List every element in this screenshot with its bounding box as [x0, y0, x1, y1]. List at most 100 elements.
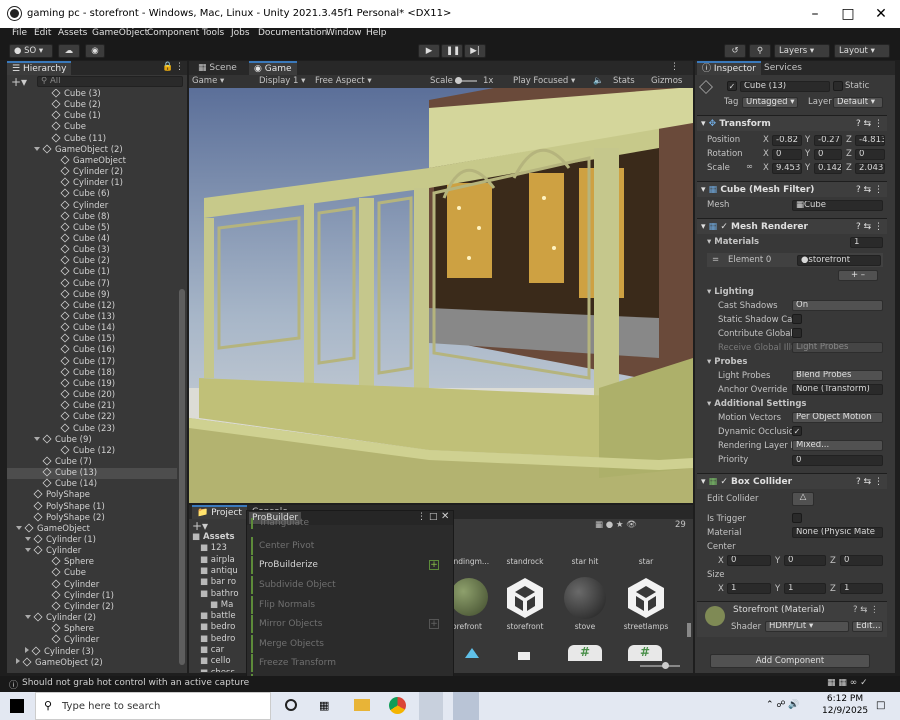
- lock-icon[interactable]: 🔒: [162, 62, 173, 72]
- scale-slider-thumb[interactable]: [455, 77, 462, 84]
- play-focused-dropdown[interactable]: Play Focused ▾: [513, 76, 575, 86]
- unity-asset-icon[interactable]: [505, 576, 545, 620]
- drag-handle-icon[interactable]: =: [712, 255, 719, 265]
- hierarchy-item[interactable]: Cube (4): [7, 233, 177, 245]
- center-x-field[interactable]: 0: [727, 555, 771, 566]
- probuilder-item[interactable]: Subdivide Object: [251, 576, 441, 594]
- probuilder-item[interactable]: Freeze Transform: [251, 654, 441, 672]
- hierarchy-item[interactable]: Cube (8): [7, 211, 177, 223]
- hierarchy-item[interactable]: Cylinder (1): [7, 534, 177, 546]
- hierarchy-item[interactable]: Cube (15): [7, 333, 177, 345]
- unity-editor-icon[interactable]: [453, 692, 479, 720]
- anchor-override-field[interactable]: None (Transform): [792, 384, 883, 395]
- probes-section[interactable]: ▾ Probes: [707, 357, 747, 367]
- chevron-down-icon[interactable]: [34, 436, 40, 441]
- chrome-icon[interactable]: [389, 697, 406, 714]
- element-material-field[interactable]: ●storefront: [797, 255, 881, 266]
- hierarchy-item[interactable]: GameObject (2): [7, 657, 177, 669]
- materials-label[interactable]: ▾ Materials: [707, 237, 759, 247]
- hierarchy-item[interactable]: Cube (9): [7, 434, 177, 446]
- probuilder-item[interactable]: ProBuilderize: [251, 556, 441, 574]
- unity-hub-icon[interactable]: [419, 692, 443, 720]
- chevron-down-icon[interactable]: [34, 146, 40, 151]
- clock-date[interactable]: 12/9/2025: [822, 706, 868, 716]
- notification-icon[interactable]: □: [876, 700, 885, 711]
- position-z-field[interactable]: -4.813: [855, 135, 885, 146]
- file-thumbnail[interactable]: [518, 652, 530, 660]
- hierarchy-item[interactable]: Sphere: [7, 556, 177, 568]
- hierarchy-item[interactable]: PolyShape: [7, 489, 177, 501]
- mesh-filter-header[interactable]: ▾ ▦ Cube (Mesh Filter) ? ⇆ ⋮: [697, 181, 887, 197]
- aspect-dropdown[interactable]: Free Aspect ▾: [315, 76, 372, 86]
- display-dropdown[interactable]: Display 1 ▾: [259, 76, 305, 86]
- menu-item-jobs[interactable]: Jobs: [231, 28, 250, 38]
- hierarchy-item[interactable]: Cylinder: [7, 199, 177, 212]
- folder-item[interactable]: ■ bedro: [200, 622, 235, 633]
- link-icon[interactable]: ∞: [746, 162, 753, 172]
- add-component-button[interactable]: Add Component: [710, 654, 870, 668]
- tab-scene[interactable]: ▦ Scene: [193, 61, 242, 75]
- pause-button[interactable]: ❚❚: [441, 44, 463, 58]
- layout-dropdown[interactable]: Layout ▾: [834, 44, 890, 58]
- audio-icon[interactable]: 🔈: [593, 76, 604, 86]
- chevron-right-icon[interactable]: [16, 657, 20, 664]
- material-thumbnail[interactable]: [450, 578, 488, 616]
- rotation-z-field[interactable]: 0: [855, 149, 885, 160]
- layers-dropdown[interactable]: Layers ▾: [774, 44, 830, 58]
- probuilder-item[interactable]: Flip Normals: [251, 596, 441, 614]
- motion-vectors-dropdown[interactable]: Per Object Motion: [792, 412, 883, 423]
- folder-item[interactable]: ■ Ma: [210, 600, 233, 611]
- hierarchy-item[interactable]: Cube (23): [7, 422, 177, 435]
- hierarchy-item[interactable]: Cube (17): [7, 356, 177, 368]
- rotation-x-field[interactable]: 0: [772, 149, 802, 160]
- folder-item[interactable]: ■ Assets: [192, 532, 235, 543]
- menu-item-edit[interactable]: Edit: [34, 28, 51, 38]
- probuilder-item[interactable]: Merge Objects: [251, 635, 441, 653]
- additional-settings-section[interactable]: ▾ Additional Settings: [707, 399, 807, 409]
- gizmos-button[interactable]: Gizmos: [651, 76, 682, 86]
- hierarchy-item[interactable]: Cylinder (2): [7, 166, 177, 178]
- size-x-field[interactable]: 1: [727, 583, 771, 594]
- hierarchy-item[interactable]: Cube (12): [7, 300, 177, 312]
- history-icon[interactable]: ↺: [724, 44, 746, 58]
- display-mode-dropdown[interactable]: Game ▾: [192, 76, 224, 86]
- layer-dropdown[interactable]: Default ▾: [833, 97, 883, 108]
- menu-item-window[interactable]: Window: [326, 28, 362, 38]
- close-icon[interactable]: ✕: [866, 4, 896, 24]
- close-icon[interactable]: ✕: [441, 511, 449, 522]
- hierarchy-item[interactable]: Cube (14): [7, 322, 177, 334]
- hierarchy-item[interactable]: Cube (12): [7, 445, 177, 457]
- slider-thumb[interactable]: [662, 662, 669, 669]
- add-icon[interactable]: +▾: [192, 519, 208, 533]
- more-icon[interactable]: ⋮: [175, 62, 184, 72]
- hierarchy-item[interactable]: Cylinder: [7, 545, 177, 557]
- hierarchy-search-input[interactable]: ⚲ All: [37, 76, 183, 87]
- active-checkbox[interactable]: ✓: [727, 81, 737, 91]
- system-tray-icons[interactable]: ⌃ ☍ 🔊: [766, 700, 800, 710]
- priority-field[interactable]: 0: [792, 455, 883, 466]
- scale-x-field[interactable]: 9.453: [772, 163, 802, 174]
- hierarchy-item[interactable]: Cylinder (1): [7, 177, 177, 189]
- hierarchy-item[interactable]: Cylinder (2): [7, 601, 177, 613]
- folder-item[interactable]: ■ bar ro: [200, 577, 236, 588]
- tab-project[interactable]: 📁 Project: [192, 505, 247, 519]
- tab-inspector[interactable]: ⓘ Inspector: [697, 61, 761, 75]
- position-x-field[interactable]: -0.82: [772, 135, 802, 146]
- hierarchy-item[interactable]: Cylinder (2): [7, 612, 177, 624]
- hierarchy-item[interactable]: Cube (1): [7, 266, 177, 278]
- menu-item-documentation[interactable]: Documentation: [258, 28, 327, 38]
- folder-item[interactable]: ■ car: [200, 645, 224, 656]
- folder-item[interactable]: ■ battle: [200, 611, 236, 622]
- script-thumbnail[interactable]: #: [628, 645, 662, 661]
- folder-item[interactable]: ■ airpla: [200, 555, 235, 566]
- folder-item[interactable]: ■ bedro: [200, 634, 235, 645]
- scale-slider[interactable]: [455, 77, 477, 84]
- light-probes-dropdown[interactable]: Blend Probes: [792, 370, 883, 381]
- filter-icon[interactable]: ▦ ● ★ 👁: [595, 520, 637, 530]
- contribute-gi-checkbox[interactable]: [792, 328, 802, 338]
- collab-icon[interactable]: ◉: [85, 44, 105, 58]
- center-y-field[interactable]: 0: [784, 555, 826, 566]
- mesh-renderer-header[interactable]: ▾ ▦ ✓ Mesh Renderer? ⇆ ⋮: [697, 218, 887, 234]
- box-collider-header[interactable]: ▾ ▦ ✓ Box Collider? ⇆ ⋮: [697, 473, 887, 489]
- status-icons[interactable]: ▦ ▦ ∞ ✓: [827, 678, 868, 688]
